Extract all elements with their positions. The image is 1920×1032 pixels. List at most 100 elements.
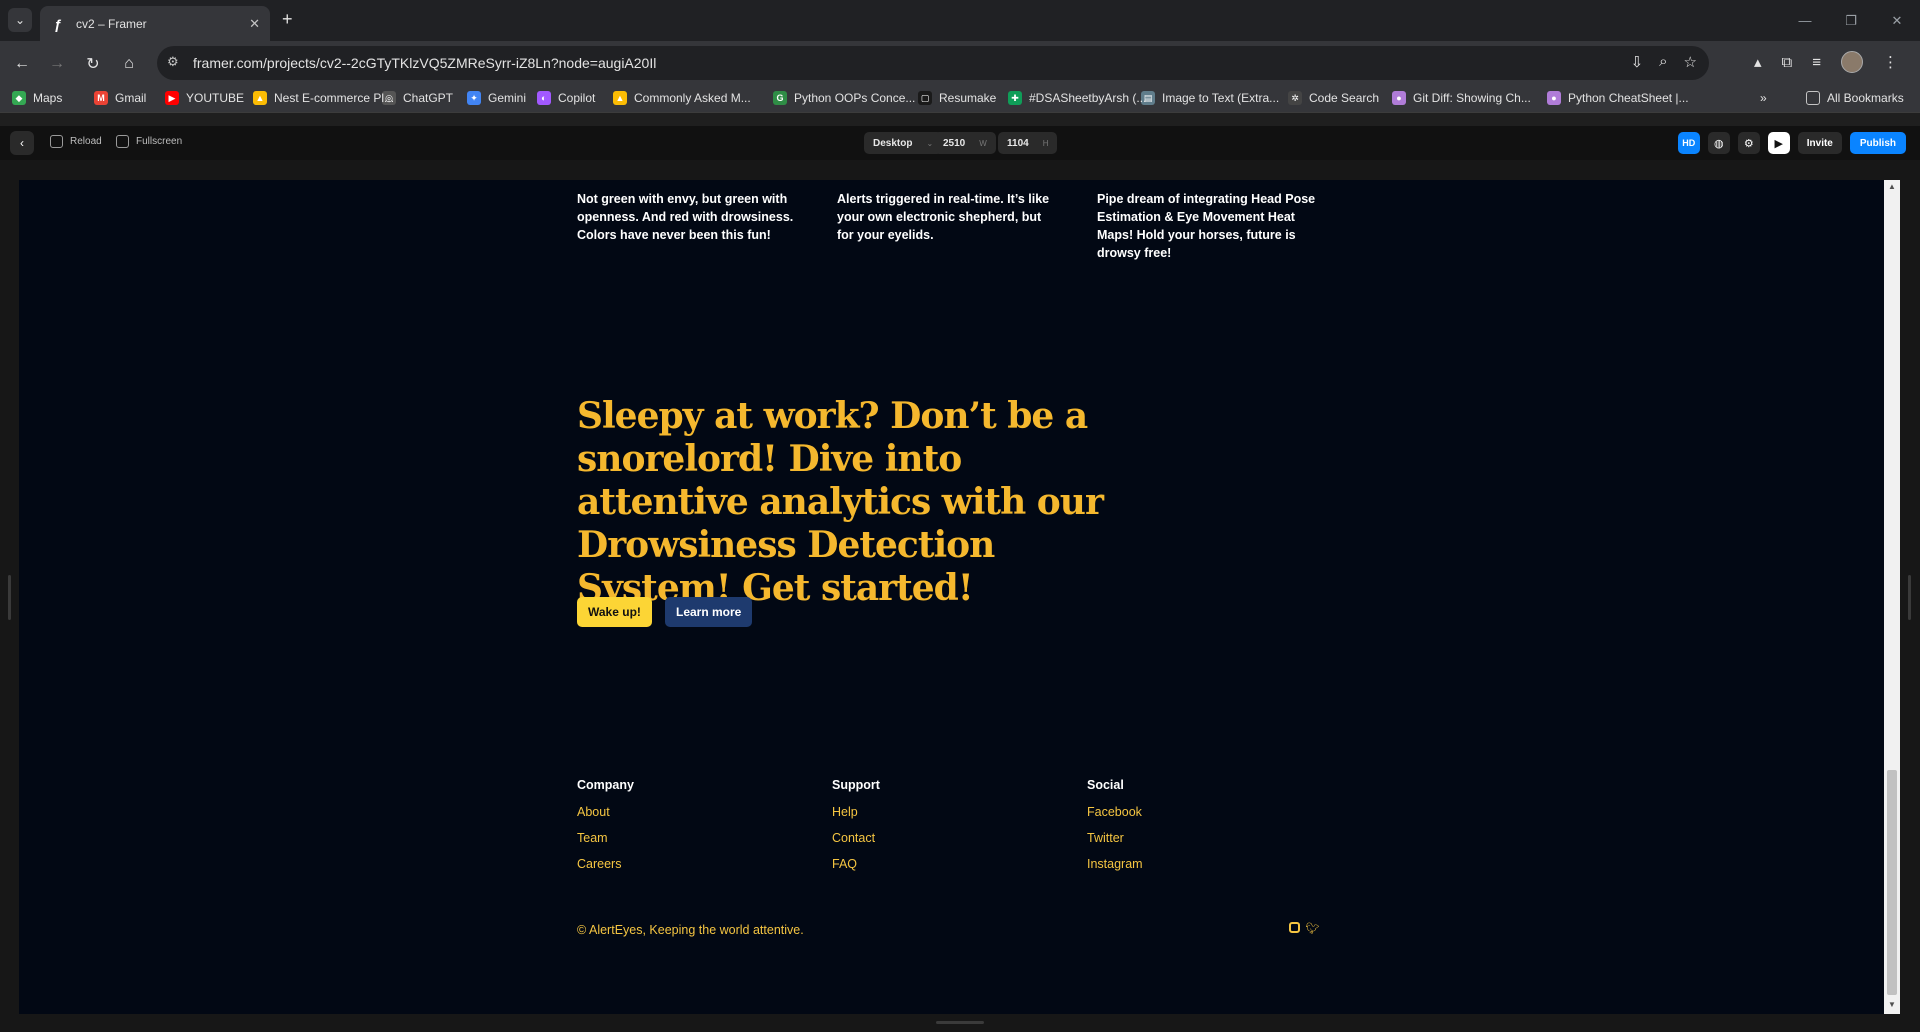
back-chevron-icon[interactable]: ‹ bbox=[10, 131, 34, 155]
browser-tab-strip: ⌄ ƒ cv2 – Framer ✕ + — ❐ ✕ bbox=[0, 0, 1920, 41]
extension-pin-icon[interactable]: ▴ bbox=[1754, 53, 1762, 71]
footer-link-about[interactable]: About bbox=[577, 805, 634, 820]
copyright-text: © AlertEyes, Keeping the world attentive… bbox=[577, 923, 804, 937]
footer-heading: Social bbox=[1087, 778, 1124, 792]
height-unit: H bbox=[1042, 138, 1049, 148]
globe-icon[interactable]: ◍ bbox=[1707, 132, 1730, 154]
learn-more-button[interactable]: Learn more bbox=[665, 597, 753, 627]
footer-link-instagram[interactable]: Instagram bbox=[1087, 857, 1143, 872]
scrollbar-thumb[interactable] bbox=[1887, 770, 1897, 995]
address-bar[interactable]: ⚙ framer.com/projects/cv2--2cGTyTKlzVQ5Z… bbox=[157, 46, 1709, 80]
restore-window-icon[interactable]: ❐ bbox=[1828, 0, 1874, 41]
footer-heading: Company bbox=[577, 778, 634, 792]
settings-gear-icon[interactable]: ⚙ bbox=[1737, 132, 1760, 154]
home-icon[interactable]: ⌂ bbox=[116, 51, 142, 77]
bookmark-item[interactable]: ● Git Diff: Showing Ch... bbox=[1392, 91, 1531, 105]
bookmark-item[interactable]: ▲ Commonly Asked M... bbox=[613, 91, 751, 105]
width-input[interactable]: 2510 W bbox=[934, 132, 996, 154]
forward-arrow-icon[interactable]: → bbox=[44, 51, 70, 77]
footer-link-twitter[interactable]: Twitter bbox=[1087, 831, 1143, 846]
footer-link-careers[interactable]: Careers bbox=[577, 857, 634, 872]
reload-label: Reload bbox=[70, 136, 102, 147]
bookmark-favicon-icon: ● bbox=[1547, 91, 1561, 105]
tab-search-button[interactable]: ⌄ bbox=[8, 8, 32, 32]
bookmark-favicon-icon: ▶ bbox=[165, 91, 179, 105]
bookmark-item[interactable]: ◐ Copilot bbox=[537, 91, 595, 105]
instagram-icon[interactable] bbox=[1289, 922, 1300, 933]
minimize-window-icon[interactable]: — bbox=[1782, 0, 1828, 41]
extensions-puzzle-icon[interactable]: ⧉ bbox=[1782, 54, 1793, 71]
bookmark-item[interactable]: ▤ Image to Text (Extra... bbox=[1141, 91, 1279, 105]
browser-tab-active[interactable]: ƒ cv2 – Framer ✕ bbox=[40, 6, 270, 41]
bookmark-favicon-icon: ◆ bbox=[12, 91, 26, 105]
invite-button[interactable]: Invite bbox=[1797, 132, 1842, 154]
browser-menu-icon[interactable]: ⋮ bbox=[1883, 53, 1898, 71]
bookmark-item[interactable]: ✦ Gemini bbox=[467, 91, 526, 105]
preview-scrollbar[interactable]: ▲ ▼ bbox=[1884, 180, 1900, 1014]
twitter-icon[interactable]: 🐦︎ bbox=[1306, 922, 1320, 935]
bookmark-label: Gmail bbox=[115, 91, 147, 105]
wake-up-button[interactable]: Wake up! bbox=[577, 597, 652, 627]
bookmark-item[interactable]: ✲ Code Search bbox=[1288, 91, 1379, 105]
bookmark-item[interactable]: ✚ #DSASheetbyArsh (... bbox=[1008, 91, 1146, 105]
device-value: Desktop bbox=[873, 137, 913, 149]
footer-link-facebook[interactable]: Facebook bbox=[1087, 805, 1143, 820]
all-bookmarks-folder[interactable]: All Bookmarks bbox=[1806, 91, 1904, 105]
zoom-icon[interactable]: ⌕ bbox=[1659, 53, 1667, 71]
footer-heading: Support bbox=[832, 778, 880, 792]
site-info-icon[interactable]: ⚙ bbox=[167, 54, 179, 70]
bookmarks-overflow-button[interactable]: » bbox=[1760, 91, 1767, 105]
url-text[interactable]: framer.com/projects/cv2--2cGTyTKlzVQ5ZMR… bbox=[193, 55, 656, 71]
all-bookmarks-label: All Bookmarks bbox=[1827, 91, 1904, 105]
scroll-down-arrow-icon[interactable]: ▼ bbox=[1884, 1000, 1900, 1012]
device-select[interactable]: Desktop ⌄ bbox=[864, 132, 943, 154]
browser-toolbar: ← → ↻ ⌂ ⚙ framer.com/projects/cv2--2cGTy… bbox=[0, 41, 1920, 86]
right-resize-handle[interactable] bbox=[1908, 575, 1911, 620]
bookmark-label: Image to Text (Extra... bbox=[1162, 91, 1280, 105]
footer-link-contact[interactable]: Contact bbox=[832, 831, 880, 846]
reload-icon[interactable]: ↻ bbox=[80, 51, 106, 77]
profile-avatar[interactable] bbox=[1841, 51, 1863, 73]
height-input[interactable]: 1104 H bbox=[998, 132, 1058, 154]
play-icon[interactable]: ▶ bbox=[1767, 132, 1790, 154]
publish-button[interactable]: Publish bbox=[1849, 132, 1906, 154]
back-arrow-icon[interactable]: ← bbox=[9, 51, 35, 77]
bookmark-item[interactable]: ▢ Resumake bbox=[918, 91, 996, 105]
bookmark-item[interactable]: ● Python CheatSheet |... bbox=[1547, 91, 1689, 105]
bookmark-label: Gemini bbox=[488, 91, 527, 105]
framer-favicon-icon: ƒ bbox=[54, 15, 62, 32]
hero-headline: Sleepy at work? Don’t be a snorelord! Di… bbox=[577, 395, 1104, 609]
install-app-icon[interactable]: ⇩ bbox=[1631, 53, 1644, 71]
hd-toggle[interactable]: HD bbox=[1677, 132, 1700, 154]
feature-text-colors: Not green with envy, but green with open… bbox=[577, 192, 794, 242]
left-resize-handle[interactable] bbox=[8, 575, 11, 620]
close-tab-icon[interactable]: ✕ bbox=[249, 16, 260, 32]
footer-link-team[interactable]: Team bbox=[577, 831, 634, 846]
media-controls-icon[interactable]: ≡ bbox=[1812, 54, 1821, 71]
width-value: 2510 bbox=[943, 137, 966, 149]
bookmark-favicon-icon: ✲ bbox=[1288, 91, 1302, 105]
framer-preview-toolbar: ‹ Reload Fullscreen Desktop ⌄ 2510 W 110… bbox=[0, 126, 1920, 160]
bookmark-label: YOUTUBE bbox=[186, 91, 245, 105]
bookmark-item[interactable]: ▲ Nest E-commerce Pl... bbox=[253, 91, 394, 105]
bookmark-label: Git Diff: Showing Ch... bbox=[1413, 91, 1531, 105]
bottom-resize-handle[interactable] bbox=[936, 1021, 984, 1024]
close-window-icon[interactable]: ✕ bbox=[1874, 0, 1920, 41]
bookmark-item[interactable]: M Gmail bbox=[94, 91, 146, 105]
bookmarks-bar: ● Python CheatSheet |... ● Git Diff: Showin… bbox=[0, 86, 1920, 113]
bookmark-item[interactable]: G Python OOPs Conce... bbox=[773, 91, 915, 105]
bookmark-item[interactable]: ◆ Maps bbox=[12, 91, 62, 105]
footer-link-help[interactable]: Help bbox=[832, 805, 880, 820]
fullscreen-button[interactable]: Fullscreen bbox=[116, 135, 182, 148]
new-tab-button[interactable]: + bbox=[282, 9, 293, 30]
feature-text-alerts: Alerts triggered in real-time. It’s like… bbox=[837, 192, 1050, 242]
scroll-up-arrow-icon[interactable]: ▲ bbox=[1884, 182, 1900, 194]
bookmark-favicon-icon: G bbox=[773, 91, 787, 105]
bookmark-item[interactable]: ▶ YOUTUBE bbox=[165, 91, 244, 105]
bookmark-favicon-icon: ✚ bbox=[1008, 91, 1022, 105]
bookmark-label: ChatGPT bbox=[403, 91, 454, 105]
reload-preview-button[interactable]: Reload bbox=[50, 135, 102, 148]
footer-link-faq[interactable]: FAQ bbox=[832, 857, 880, 872]
site-preview: Not green with envy, but green with open… bbox=[19, 180, 1884, 1014]
bookmark-star-icon[interactable]: ☆ bbox=[1684, 53, 1697, 71]
